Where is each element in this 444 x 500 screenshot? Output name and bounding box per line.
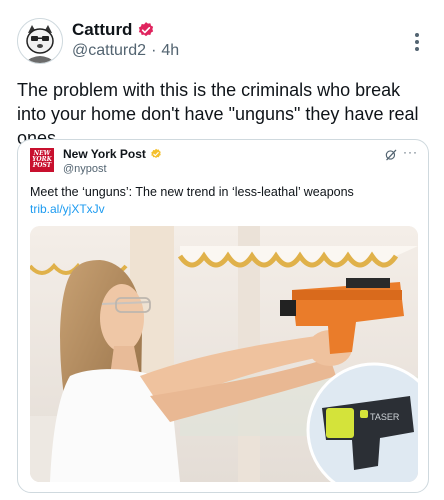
gold-verified-badge-icon xyxy=(151,148,161,159)
quoted-display-name[interactable]: New York Post xyxy=(63,147,146,161)
author-display-name[interactable]: Catturd xyxy=(72,20,132,40)
grok-icon[interactable] xyxy=(384,148,398,162)
more-options-icon[interactable] xyxy=(414,33,420,55)
author-handle[interactable]: @catturd2 xyxy=(72,42,146,60)
dot-separator: · xyxy=(151,42,157,59)
woman-aiming-less-lethal-weapon-image: TASER xyxy=(30,226,418,482)
avatar[interactable] xyxy=(17,18,63,64)
quoted-handle[interactable]: @nypost xyxy=(63,163,107,175)
quoted-post-card[interactable]: NEW YORK POST New York Post @nypost ··· … xyxy=(17,139,429,493)
quoted-more-icon[interactable]: ··· xyxy=(403,145,418,159)
timestamp[interactable]: 4h xyxy=(161,42,179,60)
quoted-name-row: New York Post xyxy=(63,147,162,161)
cat-avatar-icon xyxy=(18,19,62,63)
taser-brand-label: TASER xyxy=(370,412,400,422)
logo-line-3: POST xyxy=(32,162,52,169)
quoted-link[interactable]: trib.al/yjXTxJv xyxy=(30,202,105,216)
nypost-logo[interactable]: NEW YORK POST xyxy=(30,148,54,172)
quoted-text: Meet the ‘unguns’: The new trend in ‘les… xyxy=(30,185,354,199)
author-name-row: Catturd xyxy=(72,20,155,40)
article-image[interactable]: TASER xyxy=(30,226,418,482)
author-handle-row: @catturd2 · 4h xyxy=(72,42,179,60)
verified-badge-icon xyxy=(139,22,154,37)
